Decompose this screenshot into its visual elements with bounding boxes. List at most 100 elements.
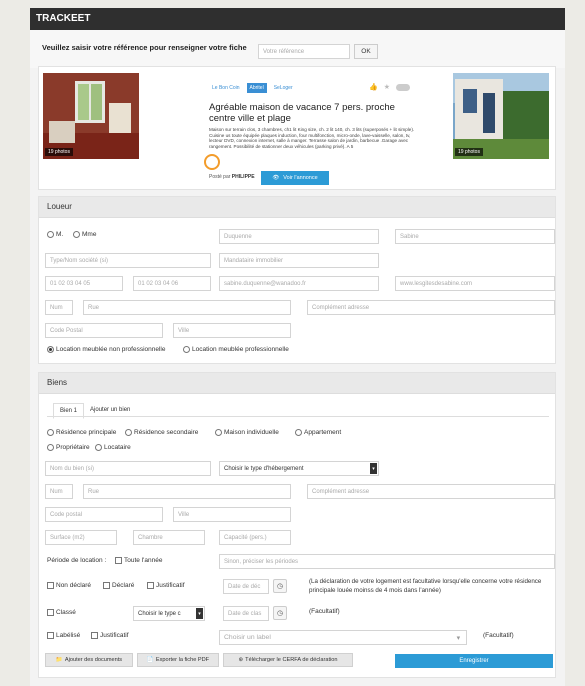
property-city-field[interactable]: Ville [173, 507, 291, 522]
radio-icon [125, 429, 132, 436]
declared-checkbox[interactable]: Déclaré [103, 582, 134, 589]
loueur-section: Loueur M. Mme Duquenne Sabine Type/Nom s… [38, 196, 556, 364]
radio-icon [295, 429, 302, 436]
accommodation-type-select[interactable]: Choisir le type d'hébergement ▾ [219, 461, 379, 476]
posted-by-name: PHILIPPE [231, 174, 255, 180]
ok-button[interactable]: OK [354, 44, 378, 59]
classification-date-field[interactable]: Date de clas [223, 606, 269, 621]
checkbox-icon [115, 557, 122, 564]
property-name-field[interactable]: Nom du bien (si) [45, 461, 211, 476]
dropdown-arrow-icon: ▾ [370, 463, 377, 474]
star-icon[interactable]: ★ [384, 83, 390, 91]
property-postal-code-field[interactable]: Code postal [45, 507, 163, 522]
dropdown-arrow-icon: ▾ [196, 608, 203, 619]
download-icon: ⊛ [238, 657, 244, 663]
phone1-field[interactable]: 01 02 03 04 05 [45, 276, 123, 291]
listing-card: 19 photos Le Bon Coin Abritel SeLoger 👍 … [38, 66, 556, 190]
checkbox-icon [91, 632, 98, 639]
checkbox-icon [147, 582, 154, 589]
radio-icon [183, 346, 190, 353]
declaration-date-field[interactable]: Date de déc [223, 579, 269, 594]
civility-mme[interactable]: Mme [73, 231, 96, 238]
listing-description: Maison sur terrain clos, 3 chambres, ch1… [209, 127, 415, 149]
classification-type-select[interactable]: Choisir le type c ▾ [133, 606, 205, 621]
folder-icon: 📁 [55, 657, 63, 663]
street-field[interactable]: Rue [83, 300, 291, 315]
reference-input[interactable]: Votre référence [258, 44, 350, 59]
capacity-field[interactable]: Capacité (pers.) [219, 530, 291, 545]
app-window: TRACKEET Veuillez saisir votre référence… [30, 8, 565, 686]
mandataire-field[interactable]: Mandataire immobilier [219, 253, 379, 268]
owner-locataire[interactable]: Locataire [95, 444, 131, 451]
all-year-checkbox[interactable]: Toute l'année [115, 557, 162, 564]
postal-code-field[interactable]: Code Postal [45, 323, 163, 338]
cursor-highlight [204, 154, 220, 170]
listing-photo-left[interactable]: 19 photos [43, 73, 139, 159]
photo-count-left: 19 photos [45, 148, 73, 156]
property-address-complement-field[interactable]: Complément adresse [307, 484, 555, 499]
address-complement-field[interactable]: Complément adresse [307, 300, 555, 315]
source-tab-seloger[interactable]: SeLoger [271, 83, 296, 93]
property-street-field[interactable]: Rue [83, 484, 291, 499]
toggle-icon[interactable] [396, 83, 410, 91]
rental-period-label: Période de location : [47, 557, 107, 564]
source-tab-abritel[interactable]: Abritel [246, 83, 267, 93]
labeled-checkbox[interactable]: Labélisé [47, 632, 80, 639]
checkbox-icon [47, 582, 54, 589]
add-documents-button[interactable]: 📁 Ajouter des documents [45, 653, 133, 667]
company-type-field[interactable]: Type/Nom société (si) [45, 253, 211, 268]
radio-icon [73, 231, 80, 238]
website-field[interactable]: www.lesgitesdesabine.com [395, 276, 555, 291]
loueur-header: Loueur [39, 197, 555, 218]
owner-proprietaire[interactable]: Propriétaire [47, 444, 90, 451]
tabs-divider [47, 416, 549, 417]
email-field[interactable]: sabine.duquenne@wanadoo.fr [219, 276, 379, 291]
source-tab-leboncoin[interactable]: Le Bon Coin [209, 83, 243, 93]
city-field[interactable]: Ville [173, 323, 291, 338]
declaration-note: (La déclaration de votre logement est fa… [309, 578, 542, 594]
thumbs-up-icon[interactable]: 👍 [369, 83, 378, 91]
checkbox-icon [47, 609, 54, 616]
justificatif-checkbox[interactable]: Justificatif [147, 582, 185, 589]
bedrooms-field[interactable]: Chambre [133, 530, 205, 545]
eye-icon: 👁 [272, 175, 280, 181]
radio-icon [215, 429, 222, 436]
location-pro-radio[interactable]: Location meublée professionnelle [183, 346, 289, 353]
type-residence-secondaire[interactable]: Résidence secondaire [125, 429, 198, 436]
phone2-field[interactable]: 01 02 03 04 06 [133, 276, 211, 291]
photo-count-right: 19 photos [455, 148, 483, 156]
surface-field[interactable]: Surface (m2) [45, 530, 117, 545]
street-number-field[interactable]: Num [45, 300, 73, 315]
export-pdf-button[interactable]: 📄 Exporter la fiche PDF [137, 653, 219, 667]
classified-checkbox[interactable]: Classé [47, 609, 76, 616]
type-residence-principale[interactable]: Résidence principale [47, 429, 116, 436]
civility-m[interactable]: M. [47, 231, 63, 238]
nom-field[interactable]: Duquenne [219, 229, 379, 244]
view-listing-button[interactable]: 👁 Voir l'annonce [261, 171, 329, 185]
biens-section: Biens Bien 1 Ajouter un bien Résidence p… [38, 372, 556, 678]
label-select[interactable]: Choisir un label ▾ [219, 630, 467, 645]
listing-photo-right[interactable]: 19 photos [453, 73, 549, 159]
facultatif-note: (Facultatif) [309, 608, 340, 615]
app-title: TRACKEET [30, 8, 565, 30]
clock-icon[interactable]: ◷ [273, 606, 287, 620]
clock-icon[interactable]: ◷ [273, 579, 287, 593]
save-button[interactable]: Enregistrer [395, 654, 553, 668]
house-photo [453, 73, 549, 159]
download-cerfa-button[interactable]: ⊛ Télécharger le CERFA de déclaration [223, 653, 353, 667]
radio-icon [47, 231, 54, 238]
label-justificatif-checkbox[interactable]: Justificatif [91, 632, 129, 639]
biens-header: Biens [39, 373, 555, 394]
type-maison-individuelle[interactable]: Maison individuelle [215, 429, 279, 436]
location-non-pro-radio[interactable]: Location meublée non professionnelle [47, 346, 166, 353]
prenom-field[interactable]: Sabine [395, 229, 555, 244]
periods-field[interactable]: Sinon, préciser les périodes [219, 554, 555, 569]
posted-by-label: Posté par [209, 174, 231, 180]
property-street-number-field[interactable]: Num [45, 484, 73, 499]
non-declared-checkbox[interactable]: Non déclaré [47, 582, 91, 589]
reference-label: Veuillez saisir votre référence pour ren… [42, 43, 247, 52]
pdf-icon: 📄 [146, 657, 154, 663]
type-appartement[interactable]: Appartement [295, 429, 341, 436]
radio-checked-icon [47, 346, 54, 353]
radio-icon [95, 444, 102, 451]
